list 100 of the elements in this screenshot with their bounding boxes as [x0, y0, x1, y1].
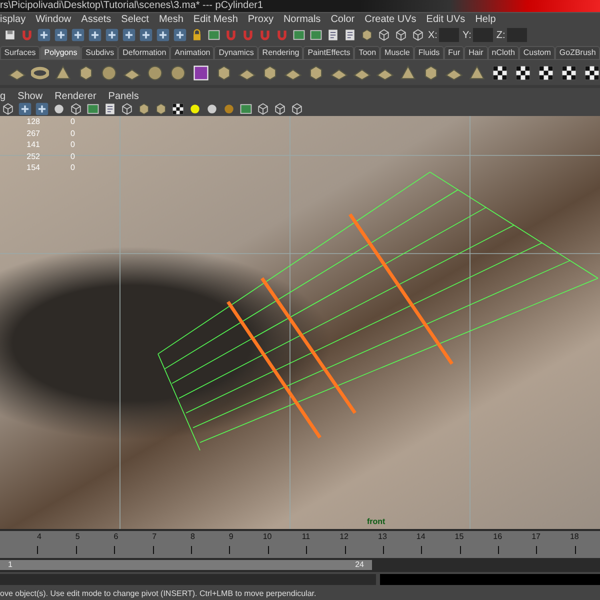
- menu-item[interactable]: Window: [36, 12, 72, 27]
- frame-number: 7: [152, 531, 157, 543]
- menu-item[interactable]: Normals: [283, 12, 321, 27]
- menu-item[interactable]: Panels: [108, 89, 139, 104]
- tool-icon[interactable]: [86, 102, 100, 116]
- document-icon[interactable]: [103, 102, 117, 116]
- camera-label: front: [367, 516, 386, 528]
- menu-item[interactable]: Renderer: [54, 89, 96, 104]
- menu-item[interactable]: isplay: [0, 12, 26, 27]
- tool-icon[interactable]: [139, 28, 153, 42]
- checker-icon[interactable]: [171, 102, 185, 116]
- wireframe-cube-icon[interactable]: [1, 102, 15, 116]
- tool-icon[interactable]: [207, 28, 221, 42]
- range-slider[interactable]: 1 24: [0, 560, 372, 570]
- light-icon[interactable]: [188, 102, 202, 116]
- frame-number: 13: [378, 531, 387, 543]
- wireframe-cube-icon[interactable]: [69, 102, 83, 116]
- shelf-tab[interactable]: Rendering: [258, 46, 304, 59]
- shelf-tab[interactable]: PaintEffects: [303, 46, 354, 59]
- shelf-tab[interactable]: nCloth: [488, 46, 520, 59]
- shelf-tab[interactable]: Subdivs: [81, 46, 118, 59]
- tool-icon[interactable]: [309, 28, 323, 42]
- frame-number: 17: [532, 531, 540, 543]
- tool-icon[interactable]: [173, 28, 187, 42]
- menu-item[interactable]: Color: [330, 12, 355, 27]
- menu-item[interactable]: Edit UVs: [426, 12, 466, 27]
- sphere-icon[interactable]: [52, 102, 66, 116]
- document-icon[interactable]: [343, 28, 357, 42]
- sphere-icon[interactable]: [146, 64, 164, 82]
- wireframe-cube-icon[interactable]: [290, 102, 304, 116]
- range-start: 1: [8, 560, 12, 570]
- menu-item[interactable]: Create UVs: [364, 12, 416, 27]
- menu-item[interactable]: Mesh: [158, 12, 184, 27]
- tool-icon[interactable]: [105, 28, 119, 42]
- hud-value: 267: [26, 128, 40, 139]
- shelf-tab[interactable]: Hair: [464, 46, 488, 59]
- document-icon[interactable]: [326, 28, 340, 42]
- menu-item[interactable]: Select: [121, 12, 149, 27]
- menu-item[interactable]: Show: [18, 89, 43, 104]
- tool-icon[interactable]: [71, 28, 85, 42]
- tool-icon[interactable]: [156, 28, 170, 42]
- menu-item[interactable]: Help: [475, 12, 496, 27]
- checker-icon[interactable]: [537, 64, 555, 82]
- tool-icon[interactable]: [18, 102, 32, 116]
- save-icon[interactable]: [3, 28, 17, 42]
- checker-icon[interactable]: [514, 64, 532, 82]
- shelf-tab[interactable]: Polygons: [40, 46, 82, 59]
- sphere-icon[interactable]: [169, 64, 187, 82]
- cone-icon[interactable]: [468, 64, 486, 82]
- frame-number: 5: [75, 531, 80, 543]
- shelf-tab[interactable]: Muscle: [380, 46, 414, 59]
- menu-item[interactable]: Edit Mesh: [193, 12, 238, 27]
- coordinate-field[interactable]: [439, 28, 460, 42]
- frame-number: 9: [228, 531, 234, 543]
- menu-item[interactable]: Assets: [81, 12, 112, 27]
- hud-value: 141: [26, 140, 40, 150]
- shelf-tab[interactable]: Custom: [519, 46, 556, 59]
- frame-number: 12: [340, 531, 349, 543]
- cone-icon[interactable]: [399, 64, 417, 82]
- menu-item[interactable]: Proxy: [248, 12, 274, 27]
- tool-icon[interactable]: [37, 28, 51, 42]
- tool-icon[interactable]: [54, 28, 68, 42]
- wireframe-cube-icon[interactable]: [120, 102, 134, 116]
- checker-icon[interactable]: [491, 64, 509, 82]
- menu-item[interactable]: g: [0, 89, 6, 104]
- tool-icon[interactable]: [35, 102, 49, 116]
- coordinate-field[interactable]: [507, 28, 528, 42]
- shelf-tab[interactable]: Dynamics: [214, 46, 258, 59]
- sphere-icon[interactable]: [222, 102, 236, 116]
- shelf-tab[interactable]: Fluids: [414, 46, 444, 59]
- checker-icon[interactable]: [583, 64, 600, 82]
- tool-icon[interactable]: [239, 102, 253, 116]
- wireframe-cube-icon[interactable]: [256, 102, 270, 116]
- wireframe-cube-icon[interactable]: [273, 102, 287, 116]
- frame-number: 8: [190, 531, 195, 543]
- hud-value: 0: [70, 140, 75, 150]
- shelf-tab[interactable]: Deformation: [118, 46, 170, 59]
- coordinate-field[interactable]: [473, 28, 494, 42]
- tool-icon[interactable]: [88, 28, 102, 42]
- wireframe-cube-icon[interactable]: [377, 28, 391, 42]
- range-end: 24: [355, 560, 364, 570]
- frame-number: 14: [416, 531, 426, 543]
- tool-icon[interactable]: [292, 28, 306, 42]
- field-label: X:: [428, 28, 438, 42]
- shelf-tab[interactable]: GoZBrush: [555, 46, 600, 59]
- cone-icon[interactable]: [54, 64, 72, 82]
- tool-icon[interactable]: [122, 28, 136, 42]
- frame-number: 6: [114, 531, 118, 543]
- hud-value: 154: [26, 163, 40, 174]
- sphere-icon[interactable]: [205, 102, 219, 116]
- shelf-tab[interactable]: Toon: [354, 46, 380, 59]
- hud-value: 128: [26, 117, 40, 128]
- shelf-tab[interactable]: Fur: [444, 46, 464, 59]
- shelf-tab[interactable]: Surfaces: [0, 46, 40, 59]
- sphere-icon[interactable]: [100, 64, 118, 82]
- shelf-tab[interactable]: Animation: [170, 46, 214, 59]
- checker-icon[interactable]: [560, 64, 578, 82]
- hud-value: 0: [70, 152, 75, 162]
- wireframe-cube-icon[interactable]: [411, 28, 425, 42]
- wireframe-cube-icon[interactable]: [394, 28, 408, 42]
